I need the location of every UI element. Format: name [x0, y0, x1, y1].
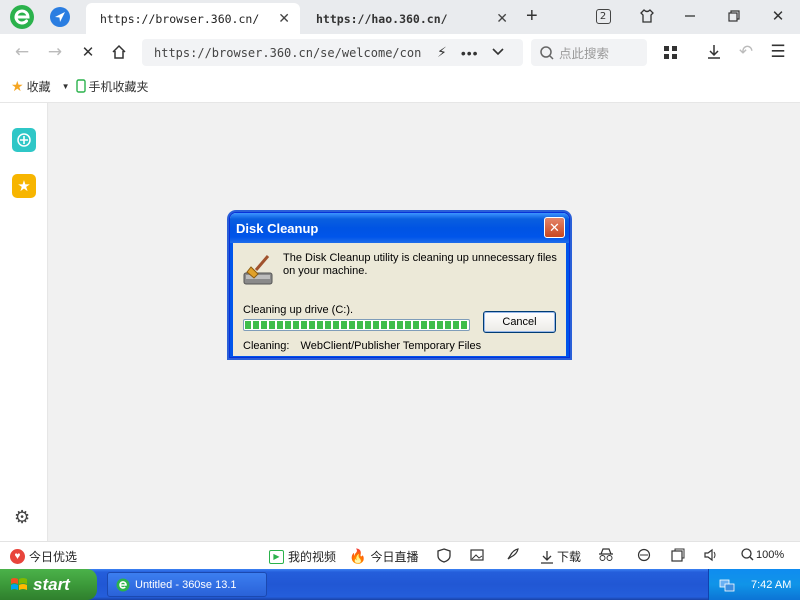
mobile-favorites-button[interactable]: 手机收藏夹 — [75, 78, 149, 95]
star-icon: ★ — [11, 77, 24, 94]
search-box[interactable]: 点此搜索 — [531, 39, 647, 66]
download-manager-button[interactable]: 下载 — [540, 548, 581, 565]
stop-loading-icon[interactable]: ✕ — [76, 40, 100, 64]
dialog-body: The Disk Cleanup utility is cleaning up … — [230, 243, 569, 357]
address-bar[interactable]: https://browser.360.cn/se/welcome/conf ⚡… — [142, 39, 523, 66]
cleanup-progress-bar — [243, 319, 470, 331]
back-icon[interactable]: ← — [10, 40, 34, 64]
daily-pick-label: 今日优选 — [29, 550, 78, 564]
tab-count-badge: 2 — [595, 8, 611, 24]
sidebar-star-icon[interactable]: ★ — [12, 174, 36, 198]
home-icon[interactable] — [107, 40, 131, 64]
more-dots-icon[interactable]: ••• — [461, 45, 479, 61]
cancel-button[interactable]: Cancel — [483, 311, 556, 333]
settings-gear-icon[interactable]: ⚙ — [14, 507, 30, 528]
drive-label: Cleaning up drive (C:). — [243, 304, 354, 316]
my-video-button[interactable]: ▶ 我的视频 — [269, 548, 336, 565]
taskbar: start Untitled - 360se 13.1 7:42 AM — [0, 569, 800, 600]
download-label: 下载 — [557, 550, 582, 564]
browser-status-bar: ♥ 今日优选 ▶ 我的视频 🔥 今日直播 下载 100% — [0, 541, 800, 569]
cleaning-label: Cleaning: — [243, 340, 290, 352]
windows-logo-icon — [11, 577, 27, 590]
shield-icon[interactable] — [437, 548, 451, 563]
live-button[interactable]: 🔥 今日直播 — [349, 548, 418, 565]
360-browser-icon — [116, 578, 130, 591]
my-video-label: 我的视频 — [288, 550, 337, 564]
skin-shirt-icon[interactable] — [638, 7, 656, 25]
close-icon[interactable]: ✕ — [278, 11, 290, 27]
taskbar-window-label: Untitled - 360se 13.1 — [135, 578, 237, 591]
url-text[interactable]: https://browser.360.cn/se/welcome/conf — [154, 46, 422, 60]
tab-count-button[interactable]: 2 — [594, 7, 612, 25]
search-icon — [540, 45, 554, 60]
image-icon[interactable] — [470, 548, 484, 562]
sidebar: ★ ⚙ — [0, 103, 48, 541]
download-icon — [541, 550, 553, 564]
tab-hao360[interactable]: https://hao.360.cn/ ✕ — [302, 3, 518, 34]
tab-title: https://browser.360.cn/se/welcome/conf — [100, 11, 260, 26]
rocket-icon[interactable] — [505, 548, 519, 562]
ie-mode-icon[interactable] — [637, 548, 651, 562]
window-close-icon[interactable]: ✕ — [769, 7, 787, 25]
window-icon[interactable] — [671, 548, 685, 562]
360-browser-logo-icon[interactable] — [9, 4, 35, 30]
live-label: 今日直播 — [370, 550, 419, 564]
favorites-label: 收藏 — [26, 79, 51, 94]
close-icon[interactable]: ✕ — [496, 11, 508, 27]
phone-icon — [75, 79, 86, 93]
zoom-icon — [741, 548, 754, 561]
apps-grid-icon[interactable] — [658, 40, 682, 64]
dialog-message: The Disk Cleanup utility is cleaning up … — [283, 252, 557, 277]
volume-icon[interactable] — [704, 548, 719, 562]
navigation-arrow-icon[interactable] — [50, 7, 70, 27]
clock[interactable]: 7:42 AM — [751, 579, 791, 591]
bookmarks-bar: ★ 收藏 ▼ 手机收藏夹 — [0, 70, 800, 103]
taskbar-window-button[interactable]: Untitled - 360se 13.1 — [107, 572, 267, 597]
download-icon[interactable] — [702, 40, 726, 64]
sidebar-plus-icon[interactable] — [12, 128, 36, 152]
daily-pick-button[interactable]: ♥ 今日优选 — [10, 548, 77, 565]
dialog-title: Disk Cleanup — [236, 220, 319, 236]
forward-icon[interactable]: → — [43, 40, 67, 64]
progress-fill — [245, 321, 468, 329]
heart-icon: ♥ — [10, 549, 25, 564]
minimize-icon[interactable] — [681, 7, 699, 25]
zoom-control[interactable]: 100% — [741, 548, 784, 561]
caret-down-icon[interactable]: ▼ — [62, 82, 70, 91]
video-play-icon: ▶ — [269, 549, 284, 564]
flame-icon: 🔥 — [349, 548, 367, 564]
zoom-level: 100% — [756, 548, 785, 561]
disk-cleanup-broom-icon — [243, 255, 273, 285]
dialog-title-bar[interactable]: Disk Cleanup ✕ — [230, 213, 569, 243]
tab-strip: https://browser.360.cn/se/welcome/conf ✕… — [0, 0, 800, 34]
restore-icon[interactable] — [725, 7, 743, 25]
favorites-button[interactable]: ★ 收藏 — [11, 78, 51, 95]
new-tab-icon[interactable]: + — [526, 5, 538, 28]
tab-browser-welcome[interactable]: https://browser.360.cn/se/welcome/conf ✕ — [86, 3, 300, 34]
lightning-icon[interactable]: ⚡ — [437, 44, 447, 61]
network-tray-icon[interactable] — [719, 578, 735, 592]
undo-icon[interactable]: ↶ — [734, 40, 758, 64]
dialog-close-button[interactable]: ✕ — [544, 217, 565, 238]
system-tray: 7:42 AM — [708, 569, 800, 600]
navigation-bar: ← → ✕ https://browser.360.cn/se/welcome/… — [0, 34, 800, 70]
search-placeholder: 点此搜索 — [559, 47, 610, 61]
mobile-favorites-label: 手机收藏夹 — [88, 79, 149, 94]
cleaning-status: Cleaning: WebClient/Publisher Temporary … — [243, 340, 481, 352]
start-button[interactable]: start — [0, 569, 97, 600]
chevron-down-icon[interactable] — [491, 46, 505, 60]
menu-icon[interactable]: ☰ — [766, 40, 790, 64]
cleaning-item: WebClient/Publisher Temporary Files — [300, 340, 482, 352]
disk-cleanup-dialog: Disk Cleanup ✕ The Disk Cleanup utility … — [229, 212, 570, 358]
start-label: start — [33, 574, 70, 594]
tab-title: https://hao.360.cn/ — [316, 11, 448, 26]
incognito-icon[interactable] — [598, 548, 614, 562]
